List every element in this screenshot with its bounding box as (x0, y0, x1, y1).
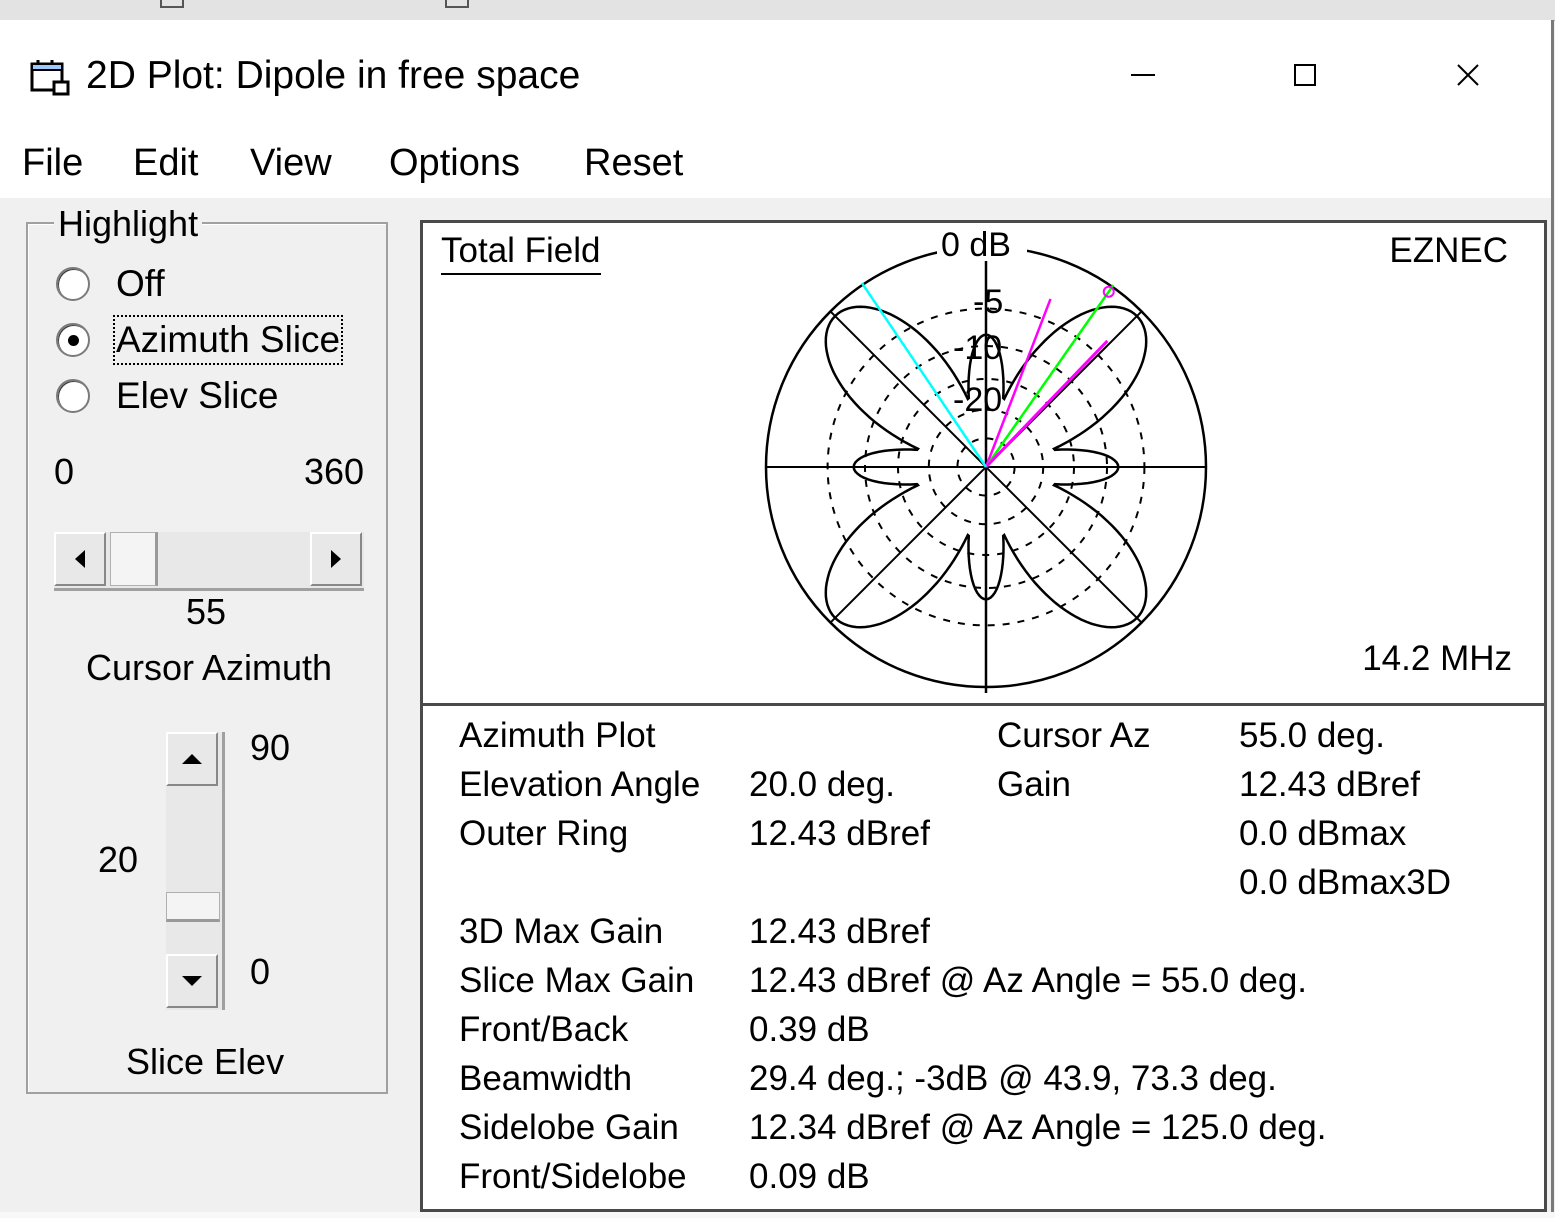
scroll-right-button[interactable] (310, 532, 362, 586)
radio-off-label: Off (116, 263, 165, 304)
client-area: Highlight Off Azimuth Slice Elev Slice 0… (0, 198, 1551, 1212)
minimize-icon (1131, 74, 1155, 76)
radio-off[interactable]: Off (56, 260, 165, 308)
ring-label-0db: 0 dB (941, 226, 1011, 264)
front-back-label: Front/Back (459, 1010, 629, 1049)
sidelobe-gain-value: 12.34 dBref @ Az Angle = 125.0 deg. (749, 1108, 1327, 1147)
max-gain-3d-label: 3D Max Gain (459, 912, 664, 951)
cursor-azimuth-label: Cursor Azimuth (86, 647, 333, 688)
ring-label-minus-5: -5 (973, 283, 1003, 321)
maximize-button[interactable] (1250, 40, 1360, 110)
scroll-up-button[interactable] (166, 732, 218, 786)
menu-reset[interactable]: Reset (580, 138, 687, 188)
close-icon (1457, 64, 1479, 86)
scroll-down-button[interactable] (166, 954, 218, 1008)
outer-ring-label: Outer Ring (459, 814, 629, 853)
window-title: 2D Plot: Dipole in free space (86, 54, 581, 97)
radio-selected-dot (67, 334, 79, 346)
sidelobe-line (860, 282, 988, 468)
arrow-right-icon (331, 550, 341, 568)
radio-elev-slice[interactable]: Elev Slice (56, 372, 278, 420)
front-sidelobe-value: 0.09 dB (749, 1157, 870, 1196)
maximize-icon (1294, 64, 1316, 86)
plot-frequency: 14.2 MHz (1362, 639, 1512, 678)
cursor-azimuth-scrollbar[interactable] (54, 532, 364, 591)
arrow-down-icon (182, 976, 202, 986)
front-sidelobe-label: Front/Sidelobe (459, 1157, 687, 1196)
front-back-value: 0.39 dB (749, 1010, 870, 1049)
max-gain-3d-value: 12.43 dBref (749, 912, 930, 951)
slice-elev-min-label: 0 (250, 951, 271, 992)
radio-elev-slice-label: Elev Slice (116, 375, 279, 416)
plot-data-panel: Azimuth Plot Cursor Az 55.0 deg. Elevati… (420, 706, 1547, 1212)
menu-edit[interactable]: Edit (129, 138, 202, 188)
elevation-angle-value: 20.0 deg. (749, 765, 895, 804)
beamwidth-value: 29.4 deg.; -3dB @ 43.9, 73.3 deg. (749, 1059, 1277, 1098)
highlight-group: Highlight Off Azimuth Slice Elev Slice 0… (26, 204, 388, 1094)
slice-max-gain-value: 12.43 dBref @ Az Angle = 55.0 deg. (749, 961, 1308, 1000)
cursor-az-label: Cursor Az (997, 716, 1151, 755)
sidelobe-gain-label: Sidelobe Gain (459, 1108, 679, 1147)
gain-dbmax-value: 0.0 dBmax (1239, 814, 1407, 853)
menu-file[interactable]: File (18, 138, 87, 188)
plot-window: 2D Plot: Dipole in free space File Edit … (0, 20, 1554, 1214)
gain-dbmax3d-value: 0.0 dBmax3D (1239, 863, 1452, 902)
title-bar[interactable]: 2D Plot: Dipole in free space (0, 20, 1551, 126)
polar-plot-panel[interactable]: 0 dB -5 -10 -20 Total Field EZNEC 14.2 M… (420, 220, 1547, 706)
menu-view[interactable]: View (246, 138, 336, 188)
cursor-azimuth-value: 55 (186, 591, 227, 632)
azimuth-plot-label: Azimuth Plot (459, 716, 656, 755)
polar-plot: 0 dB -5 -10 -20 (764, 226, 1208, 693)
elevation-angle-label: Elevation Angle (459, 765, 701, 804)
radio-off-circle[interactable] (56, 267, 90, 301)
window-icon (30, 60, 70, 96)
radio-azimuth-slice-label: Azimuth Slice (112, 315, 344, 365)
background-window-strip-bottom (0, 1212, 1555, 1218)
menu-options[interactable]: Options (385, 138, 524, 188)
close-button[interactable] (1413, 40, 1523, 110)
arrow-up-icon (182, 754, 202, 764)
outer-ring-value: 12.43 dBref (749, 814, 930, 853)
beamwidth-label: Beamwidth (459, 1059, 633, 1098)
plot-title: Total Field (441, 229, 601, 275)
slice-elev-scrollbar[interactable] (166, 732, 225, 1010)
background-glyph (445, 0, 469, 8)
scroll-left-button[interactable] (54, 532, 106, 586)
cursor-az-value: 55.0 deg. (1239, 716, 1385, 755)
ring-label-minus-20: -20 (953, 381, 1002, 419)
plot-brand: EZNEC (1389, 231, 1508, 270)
minimize-button[interactable] (1088, 40, 1198, 110)
background-glyph (160, 0, 184, 8)
radio-elev-slice-circle[interactable] (56, 379, 90, 413)
radio-azimuth-slice-circle[interactable] (56, 323, 90, 357)
azimuth-min-label: 0 (54, 451, 75, 492)
arrow-left-icon (75, 550, 85, 568)
ring-labels: 0 dB -5 -10 -20 (937, 226, 1027, 419)
slice-elev-value: 20 (98, 839, 139, 880)
radio-azimuth-slice[interactable]: Azimuth Slice (56, 315, 344, 365)
ring-label-minus-10: -10 (953, 329, 1002, 367)
gain-value: 12.43 dBref (1239, 765, 1420, 804)
slice-elev-max-label: 90 (250, 727, 291, 768)
slice-elev-thumb[interactable] (166, 892, 220, 922)
slice-max-gain-label: Slice Max Gain (459, 961, 695, 1000)
cursor-azimuth-thumb[interactable] (110, 532, 158, 586)
beamwidth-line (984, 284, 1115, 468)
slice-elev-label: Slice Elev (126, 1041, 285, 1082)
background-window-strip (0, 0, 1555, 21)
azimuth-max-label: 360 (304, 451, 365, 492)
menu-bar: File Edit View Options Reset (0, 126, 1551, 198)
gain-label: Gain (997, 765, 1071, 804)
highlight-group-label: Highlight (54, 204, 203, 244)
